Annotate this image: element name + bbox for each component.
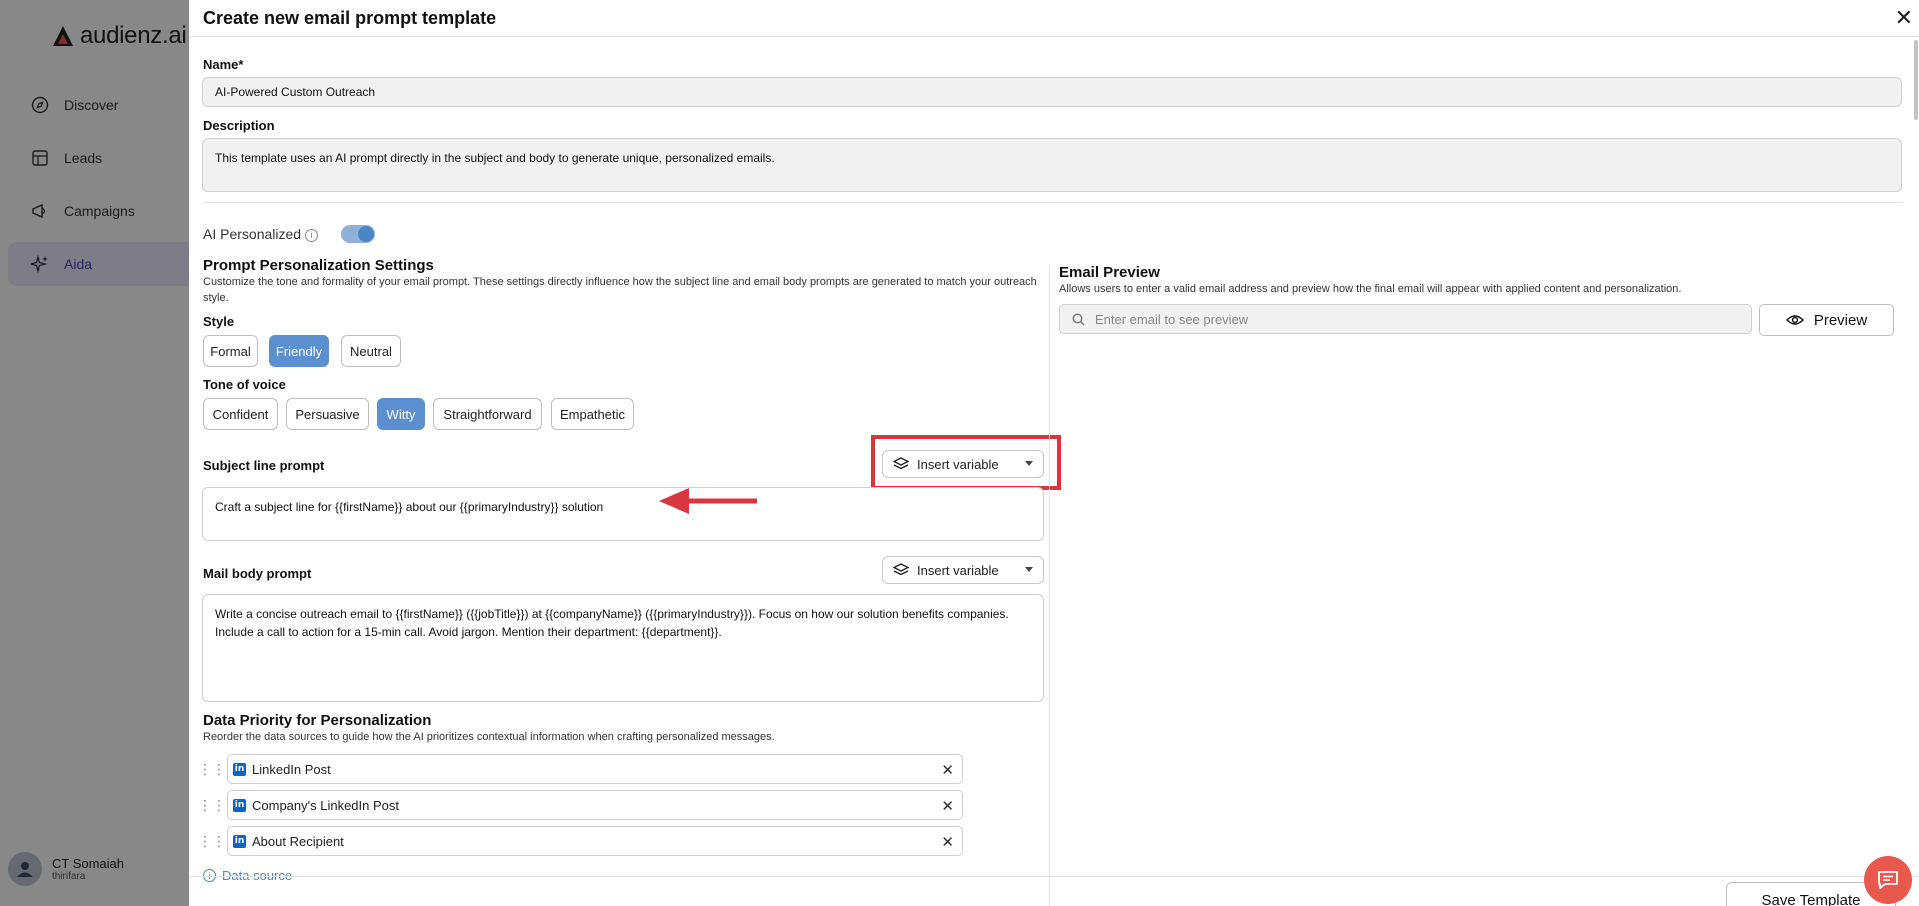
preview-title: Email Preview — [1059, 264, 1160, 281]
linkedin-icon: in — [233, 834, 246, 848]
close-icon[interactable]: ✕ — [941, 797, 954, 815]
chevron-down-icon — [1025, 461, 1033, 466]
settings-description: Customize the tone and formality of your… — [203, 276, 1037, 304]
priority-item-label: About Recipient — [252, 833, 344, 849]
close-icon[interactable]: ✕ — [941, 833, 954, 851]
priority-description: Reorder the data sources to guide how th… — [203, 731, 775, 743]
body-prompt-value: Write a concise outreach email to {{firs… — [215, 607, 1009, 639]
priority-item-box: in LinkedIn Post ✕ — [227, 754, 963, 784]
page-title: Create new email prompt template — [203, 8, 497, 28]
eye-icon — [1785, 315, 1804, 325]
description-field[interactable]: This template uses an AI prompt directly… — [202, 138, 1902, 192]
tone-option-straightforward[interactable]: Straightforward — [433, 398, 542, 430]
list-item[interactable]: ⋮⋮ in About Recipient ✕ — [198, 826, 963, 856]
drag-handle-icon[interactable]: ⋮⋮ — [198, 797, 226, 814]
insert-variable-label: Insert variable — [917, 456, 999, 472]
linkedin-icon: in — [233, 798, 246, 812]
search-icon — [1072, 312, 1085, 325]
priority-item-label: Company's LinkedIn Post — [252, 797, 400, 813]
chevron-down-icon — [1025, 567, 1033, 572]
toggle-knob — [358, 226, 374, 242]
divider — [189, 36, 1919, 37]
list-item[interactable]: ⋮⋮ in LinkedIn Post ✕ — [198, 754, 963, 784]
name-field[interactable]: AI-Powered Custom Outreach — [202, 77, 1902, 107]
preview-button[interactable]: Preview — [1759, 304, 1894, 336]
subject-prompt-value: Craft a subject line for {{firstName}} a… — [215, 500, 604, 514]
tone-option-empathetic[interactable]: Empathetic — [551, 398, 634, 430]
tone-option-witty[interactable]: Witty — [377, 398, 425, 430]
subject-label: Subject line prompt — [203, 458, 325, 473]
preview-description: Allows users to enter a valid email addr… — [1059, 283, 1682, 295]
settings-title: Prompt Personalization Settings — [203, 257, 434, 274]
ai-personalized-label: AI Personalized i — [203, 226, 319, 242]
style-option-formal[interactable]: Formal — [203, 335, 258, 367]
preview-button-label: Preview — [1813, 311, 1868, 329]
style-label: Style — [203, 314, 235, 329]
column-divider — [1049, 265, 1050, 906]
ai-personalized-text: AI Personalized — [203, 226, 302, 242]
style-option-friendly[interactable]: Friendly — [269, 335, 329, 367]
priority-title: Data Priority for Personalization — [203, 712, 432, 729]
chat-icon — [1878, 871, 1898, 889]
create-template-panel: Create new email prompt template ✕ Name*… — [189, 0, 1919, 906]
preview-email-placeholder: Enter email to see preview — [1095, 311, 1249, 327]
list-item[interactable]: ⋮⋮ in Company's LinkedIn Post ✕ — [198, 790, 963, 820]
body-label: Mail body prompt — [203, 566, 312, 581]
insert-variable-label: Insert variable — [917, 562, 999, 578]
subject-insert-variable-button[interactable]: Insert variable — [882, 450, 1044, 478]
tone-option-persuasive[interactable]: Persuasive — [286, 398, 369, 430]
ai-personalized-toggle[interactable] — [341, 225, 375, 243]
priority-item-box: in About Recipient ✕ — [227, 826, 963, 856]
linkedin-icon: in — [233, 762, 246, 776]
close-icon[interactable]: ✕ — [1895, 7, 1913, 29]
scrollbar[interactable] — [1914, 40, 1918, 120]
footer-divider — [189, 876, 1919, 877]
tone-label: Tone of voice — [203, 377, 286, 392]
arrow-annotation-icon — [659, 488, 757, 514]
layers-icon — [893, 563, 909, 576]
priority-item-label: LinkedIn Post — [252, 761, 331, 777]
subject-prompt-field[interactable]: Craft a subject line for {{firstName}} a… — [202, 487, 1044, 541]
drag-handle-icon[interactable]: ⋮⋮ — [198, 833, 226, 850]
body-prompt-field[interactable]: Write a concise outreach email to {{firs… — [202, 594, 1044, 702]
style-option-neutral[interactable]: Neutral — [341, 335, 401, 367]
layers-icon — [893, 457, 909, 470]
divider — [203, 202, 1903, 203]
drag-handle-icon[interactable]: ⋮⋮ — [198, 761, 226, 778]
tone-option-confident[interactable]: Confident — [203, 398, 278, 430]
info-icon[interactable]: i — [305, 228, 319, 242]
priority-item-box: in Company's LinkedIn Post ✕ — [227, 790, 963, 820]
name-label: Name* — [203, 57, 244, 72]
description-label: Description — [203, 118, 275, 133]
description-value: This template uses an AI prompt directly… — [215, 151, 775, 165]
body-insert-variable-button[interactable]: Insert variable — [882, 556, 1044, 584]
close-icon[interactable]: ✕ — [941, 761, 954, 779]
preview-email-input[interactable]: Enter email to see preview — [1059, 304, 1752, 334]
chat-support-button[interactable] — [1864, 856, 1912, 904]
name-value: AI-Powered Custom Outreach — [215, 85, 376, 99]
